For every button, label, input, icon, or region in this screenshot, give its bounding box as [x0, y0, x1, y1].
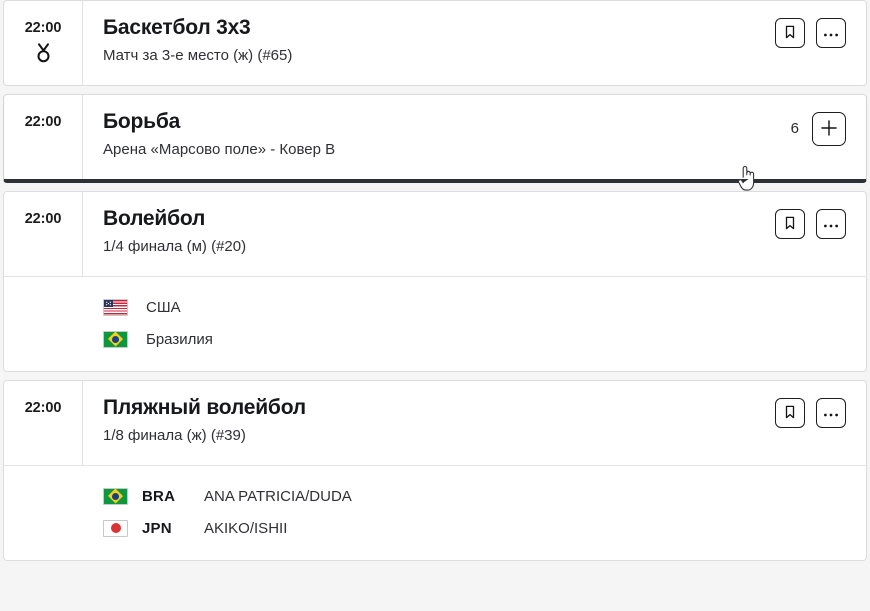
event-subtitle: 1/8 финала (ж) (#39)	[103, 426, 775, 446]
event-count-badge: 6	[791, 112, 799, 146]
competitor-list: BRA ANA PATRICIA/DUDA JPN AKIKO/ISHII	[4, 466, 866, 560]
flag-usa	[103, 299, 128, 316]
competitor-country-code: BRA	[142, 488, 190, 505]
event-title: Волейбол	[103, 206, 775, 232]
event-card-wrestling[interactable]: 22:00 Борьба Арена «Марсово поле» - Ковер …	[3, 94, 867, 183]
schedule-list: 22:00 Баскетбол 3x3 Матч за 3-е место (ж) …	[0, 0, 870, 569]
event-actions	[775, 192, 866, 276]
event-card-volleyball[interactable]: 22:00 Волейбол 1/4 финала (м) (#20) США Браз…	[3, 191, 867, 372]
event-subtitle: Матч за 3-е место (ж) (#65)	[103, 46, 775, 66]
bookmark-button[interactable]	[775, 209, 805, 239]
event-actions	[775, 1, 866, 85]
event-info: Борьба Арена «Марсово поле» - Ковер B	[83, 95, 791, 179]
event-card-header: 22:00 Пляжный волейбол 1/8 финала (ж) (#39…	[4, 381, 866, 465]
competitor-row: Бразилия	[4, 323, 866, 355]
flag-brazil	[103, 331, 128, 348]
event-time: 22:00	[25, 115, 62, 130]
event-time: 22:00	[25, 401, 62, 416]
plus-icon	[820, 119, 838, 140]
event-title: Пляжный волейбол	[103, 395, 775, 421]
competitor-name: Бразилия	[146, 331, 213, 348]
more-icon	[823, 26, 839, 41]
competitor-name: AKIKO/ISHII	[204, 520, 287, 537]
competitor-row: США	[4, 291, 866, 323]
flag-brazil	[103, 488, 128, 505]
more-options-button[interactable]	[816, 209, 846, 239]
event-info: Пляжный волейбол 1/8 финала (ж) (#39)	[83, 381, 775, 465]
competitor-list: США Бразилия	[4, 277, 866, 371]
event-time-column: 22:00	[4, 381, 82, 465]
event-card-beach-volleyball[interactable]: 22:00 Пляжный волейбол 1/8 финала (ж) (#39…	[3, 380, 867, 561]
competitor-name: ANA PATRICIA/DUDA	[204, 488, 352, 505]
event-card-header: 22:00 Баскетбол 3x3 Матч за 3-е место (ж) …	[4, 1, 866, 85]
event-time: 22:00	[25, 21, 62, 36]
event-title: Борьба	[103, 109, 791, 135]
event-time: 22:00	[25, 212, 62, 227]
more-options-button[interactable]	[816, 398, 846, 428]
bookmark-icon	[783, 405, 797, 422]
event-card-basketball-3x3[interactable]: 22:00 Баскетбол 3x3 Матч за 3-е место (ж) …	[3, 0, 867, 86]
event-info: Волейбол 1/4 финала (м) (#20)	[83, 192, 775, 276]
event-card-header: 22:00 Волейбол 1/4 финала (м) (#20)	[4, 192, 866, 276]
event-actions: 6	[791, 95, 866, 179]
event-card-header: 22:00 Борьба Арена «Марсово поле» - Ковер …	[4, 95, 866, 179]
competitor-country-code: JPN	[142, 520, 190, 537]
competitor-row: JPN AKIKO/ISHII	[4, 512, 866, 544]
event-title: Баскетбол 3x3	[103, 15, 775, 41]
flag-japan	[103, 520, 128, 537]
event-time-column: 22:00	[4, 192, 82, 276]
bookmark-button[interactable]	[775, 398, 805, 428]
medal-icon	[35, 43, 52, 63]
bookmark-button[interactable]	[775, 18, 805, 48]
event-info: Баскетбол 3x3 Матч за 3-е место (ж) (#65)	[83, 1, 775, 85]
event-subtitle: Арена «Марсово поле» - Ковер B	[103, 140, 791, 160]
competitor-name: США	[146, 299, 181, 316]
event-actions	[775, 381, 866, 465]
bookmark-icon	[783, 25, 797, 42]
event-subtitle: 1/4 финала (м) (#20)	[103, 237, 775, 257]
more-icon	[823, 217, 839, 232]
expand-button[interactable]	[812, 112, 846, 146]
more-options-button[interactable]	[816, 18, 846, 48]
bookmark-icon	[783, 216, 797, 233]
event-time-column: 22:00	[4, 1, 82, 85]
event-time-column: 22:00	[4, 95, 82, 179]
more-icon	[823, 406, 839, 421]
competitor-row: BRA ANA PATRICIA/DUDA	[4, 480, 866, 512]
